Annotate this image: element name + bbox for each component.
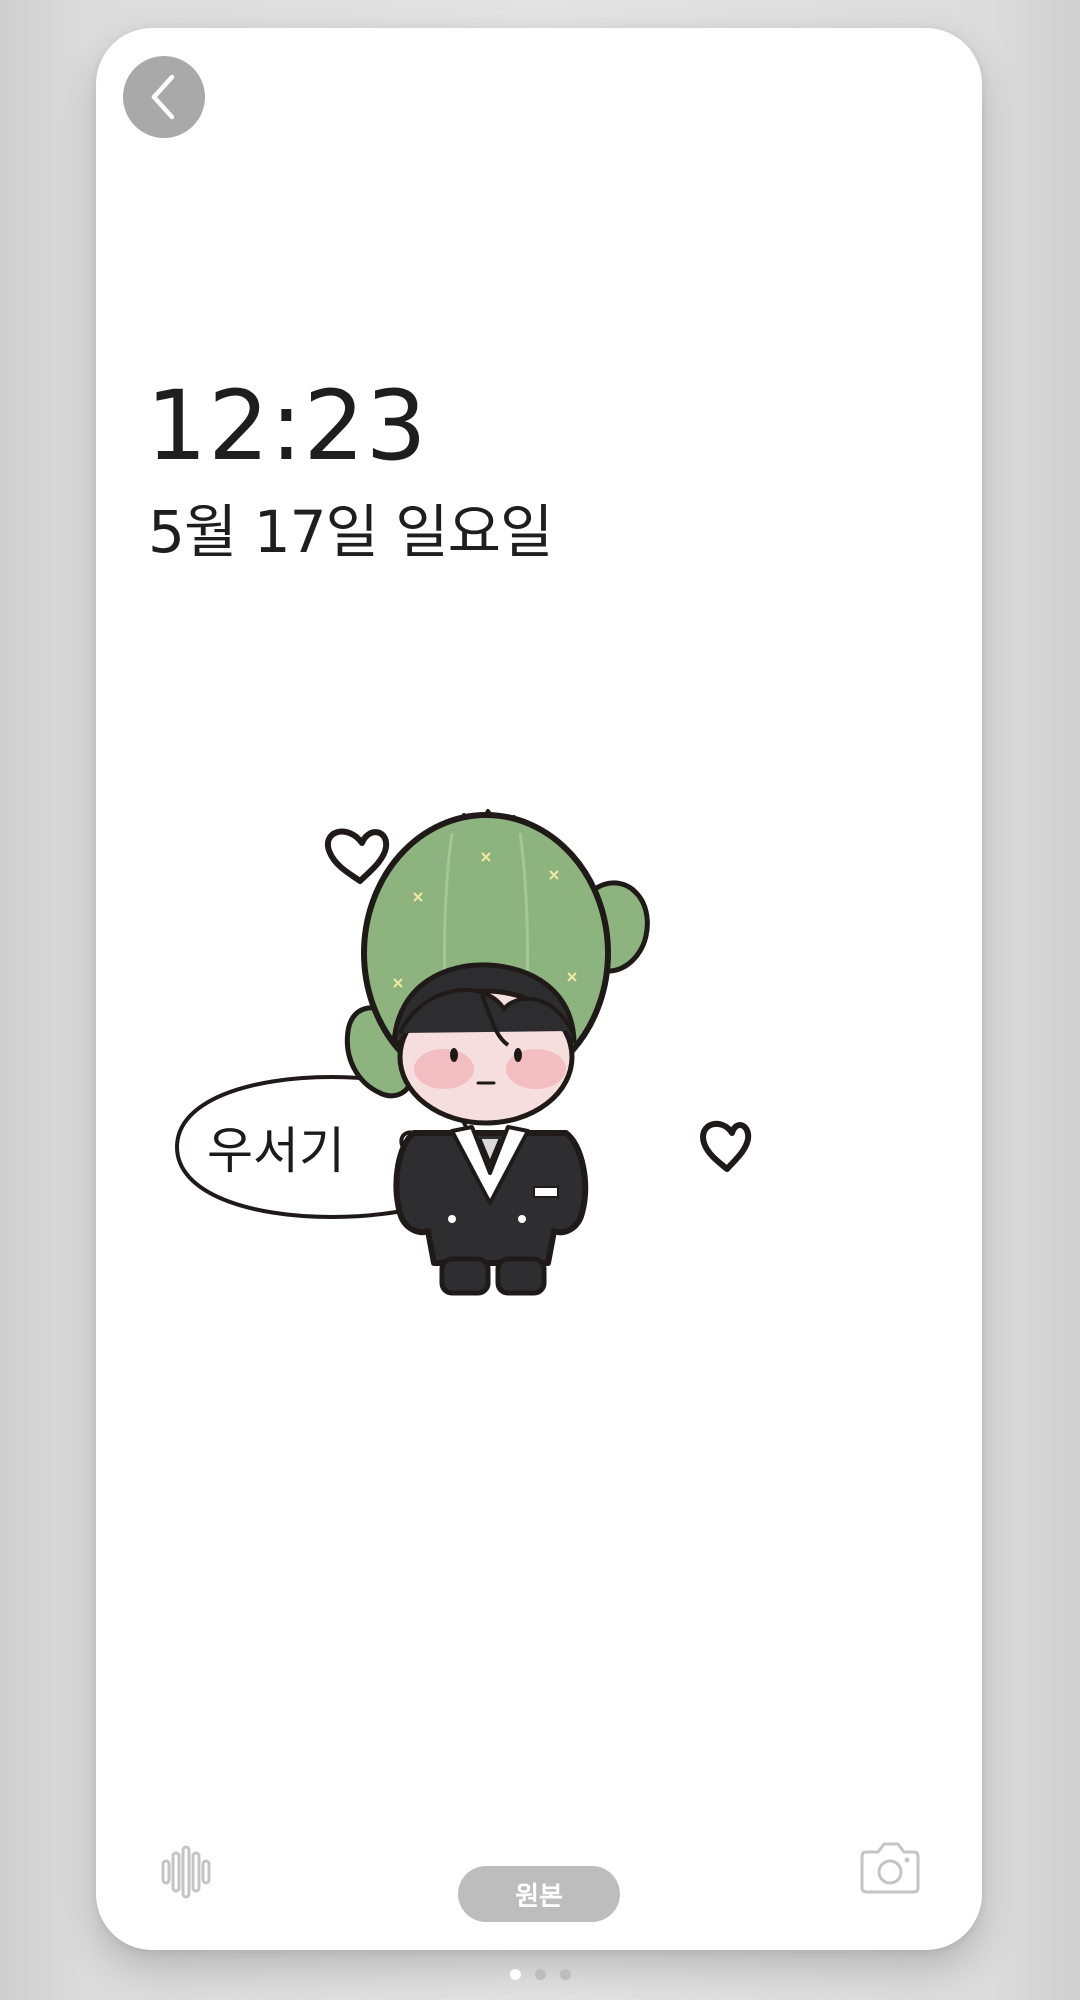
original-button[interactable]: 원본 <box>458 1866 620 1922</box>
voice-waveform-icon[interactable] <box>160 1845 216 1899</box>
chevron-left-icon <box>151 74 175 120</box>
leg-right <box>495 1256 547 1296</box>
wallpaper-preview-card: 12:23 5월 17일 일요일 우서기 원본 <box>96 28 982 1950</box>
leg-left <box>439 1256 491 1296</box>
page-dot[interactable] <box>559 1969 571 1980</box>
speech-bubble-text: 우서기 <box>207 1122 345 1180</box>
heart-doodle-left <box>325 828 390 884</box>
lockscreen-clock: 12:23 <box>146 370 428 482</box>
cactus-character-illustration: 우서기 <box>174 809 752 1296</box>
page-dot[interactable] <box>534 1969 546 1980</box>
page-indicator <box>0 1969 1080 1980</box>
page-dot[interactable] <box>509 1969 521 1980</box>
camera-icon[interactable] <box>860 1838 920 1896</box>
back-button[interactable] <box>123 56 205 138</box>
lockscreen-date: 5월 17일 일요일 <box>148 498 553 566</box>
heart-doodle-right <box>700 1121 752 1172</box>
